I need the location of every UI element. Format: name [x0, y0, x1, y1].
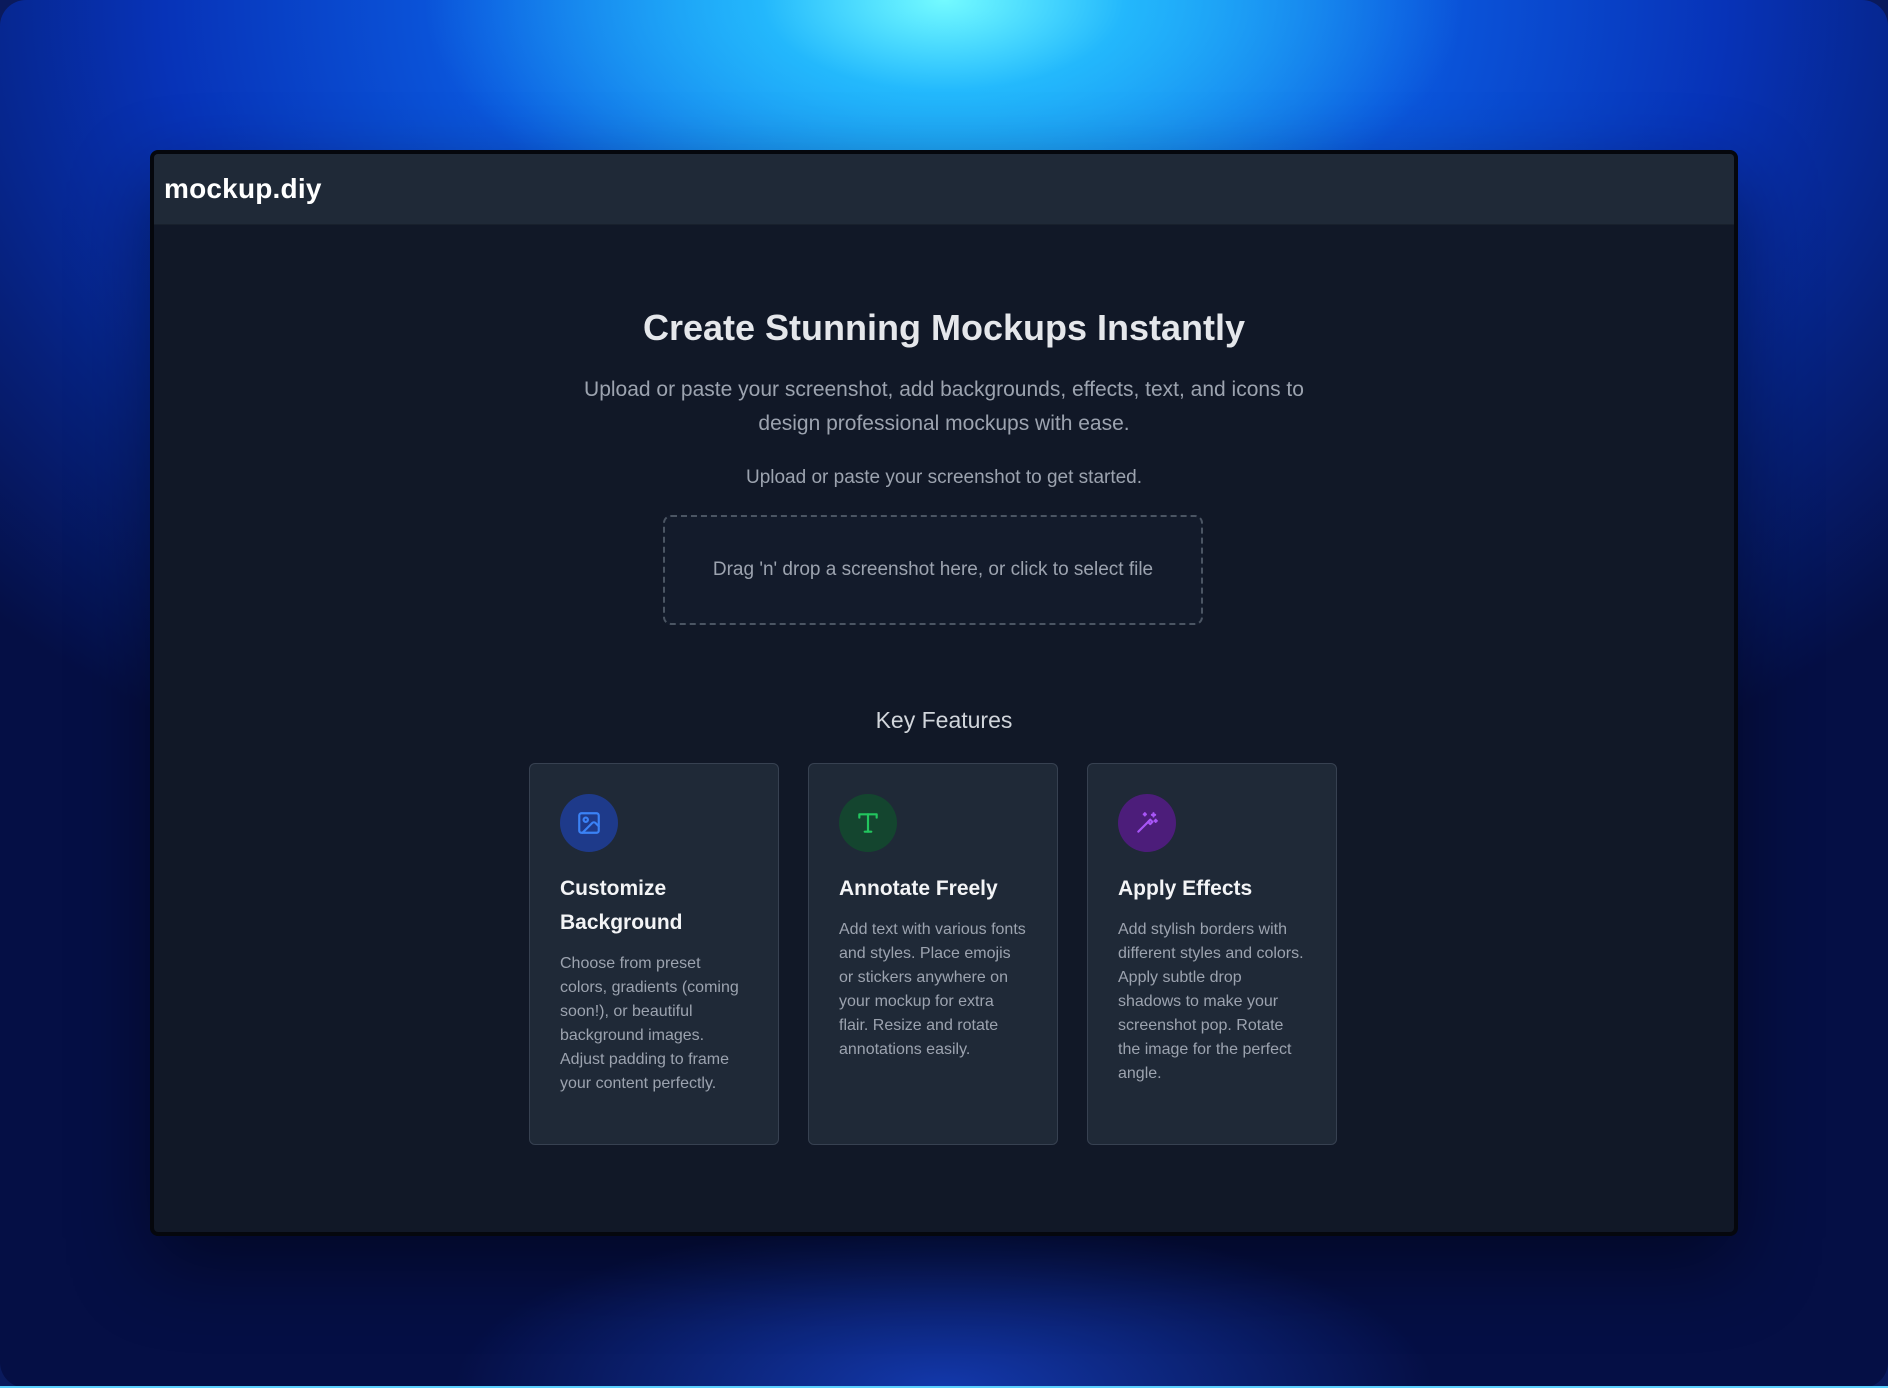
feature-card-effects: Apply Effects Add stylish borders with d… [1087, 763, 1337, 1145]
features-grid: Customize Background Choose from preset … [529, 763, 1337, 1145]
feature-description: Add stylish borders with different style… [1118, 921, 1304, 1082]
feature-title: Customize Background [560, 877, 683, 934]
image-icon [560, 794, 618, 852]
feature-card-annotate: Annotate Freely Add text with various fo… [808, 763, 1058, 1145]
hero-title: Create Stunning Mockups Instantly [642, 307, 1246, 348]
top-navbar: mockup.diy [154, 154, 1734, 225]
feature-description: Add text with various fonts and styles. … [839, 921, 1026, 1058]
app-window: mockup.diy Create Stunning Mockups Insta… [150, 150, 1738, 1236]
upload-hint: Upload or paste your screenshot to get s… [745, 467, 1143, 488]
hero-subtitle: Upload or paste your screenshot, add bac… [584, 378, 1304, 435]
magic-wand-icon [1118, 794, 1176, 852]
feature-title: Apply Effects [1118, 877, 1253, 900]
feature-card-background: Customize Background Choose from preset … [529, 763, 779, 1145]
feature-description: Choose from preset colors, gradients (co… [560, 955, 739, 1092]
screenshot-dropzone[interactable]: Drag 'n' drop a screenshot here, or clic… [663, 515, 1203, 625]
dropzone-label: Drag 'n' drop a screenshot here, or clic… [712, 559, 1154, 580]
text-type-icon [839, 794, 897, 852]
feature-title: Annotate Freely [839, 877, 998, 900]
brand-logo[interactable]: mockup.diy [164, 173, 322, 205]
features-heading: Key Features [875, 707, 1013, 733]
